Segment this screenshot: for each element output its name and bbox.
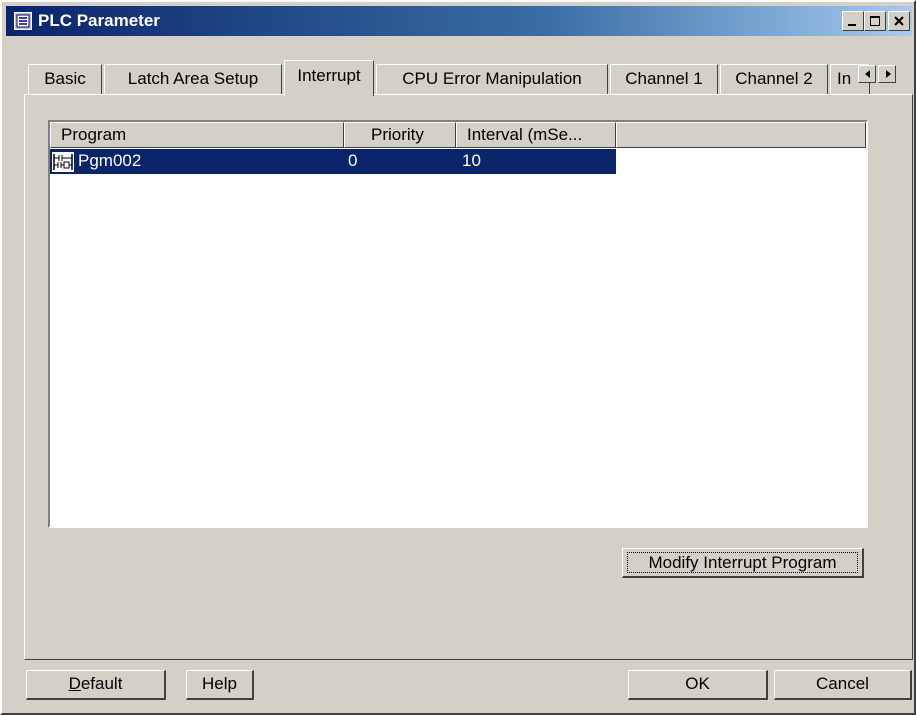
maximize-icon <box>870 16 880 26</box>
default-mnemonic: D <box>68 674 81 693</box>
row-interval: 10 <box>462 151 481 170</box>
tab-channel-2[interactable]: Channel 2 <box>720 64 828 94</box>
column-header-interval[interactable]: Interval (mSe... <box>456 122 616 148</box>
tab-scroll-left-icon <box>865 70 870 78</box>
default-button[interactable]: Default <box>26 670 166 700</box>
minimize-icon <box>848 24 856 26</box>
interrupt-program-list[interactable]: Program Priority Interval (mSe... Pgm002 <box>48 120 868 528</box>
program-icon <box>14 12 32 30</box>
help-button[interactable]: Help <box>186 670 254 700</box>
cancel-button[interactable]: Cancel <box>774 670 912 700</box>
modify-interrupt-program-button[interactable]: Modify Interrupt Program <box>622 548 864 578</box>
tab-scroll-left-button[interactable] <box>858 65 876 83</box>
tab-channel-1[interactable]: Channel 1 <box>610 64 718 94</box>
maximize-button[interactable] <box>864 11 886 31</box>
tab-scroll-right-button[interactable] <box>878 65 896 83</box>
tab-basic[interactable]: Basic <box>28 64 102 94</box>
column-header-program[interactable]: Program <box>50 122 344 148</box>
row-program-name: Pgm002 <box>78 151 142 170</box>
focus-rectangle: Modify Interrupt Program <box>627 552 858 573</box>
title-bar[interactable]: PLC Parameter <box>6 6 912 36</box>
plc-parameter-window: PLC Parameter Basic Latch Area Setup Int… <box>0 0 916 715</box>
ladder-program-icon <box>52 152 74 172</box>
tab-interrupt[interactable]: Interrupt <box>284 60 374 96</box>
window-title: PLC Parameter <box>38 11 160 30</box>
ok-button[interactable]: OK <box>628 670 768 700</box>
column-header-filler <box>616 122 866 148</box>
tab-scroll-right-icon <box>886 70 891 78</box>
row-priority: 0 <box>348 151 358 170</box>
close-icon <box>894 16 904 26</box>
tab-latch-area-setup[interactable]: Latch Area Setup <box>104 64 282 94</box>
tab-cpu-error-manipulation[interactable]: CPU Error Manipulation <box>376 64 608 94</box>
default-label-rest: efault <box>80 674 123 693</box>
minimize-button[interactable] <box>842 11 864 31</box>
close-button[interactable] <box>888 11 910 31</box>
modify-interrupt-program-label: Modify Interrupt Program <box>648 553 837 572</box>
table-row[interactable]: Pgm002 0 10 <box>50 149 616 174</box>
column-header-priority[interactable]: Priority <box>344 122 456 148</box>
